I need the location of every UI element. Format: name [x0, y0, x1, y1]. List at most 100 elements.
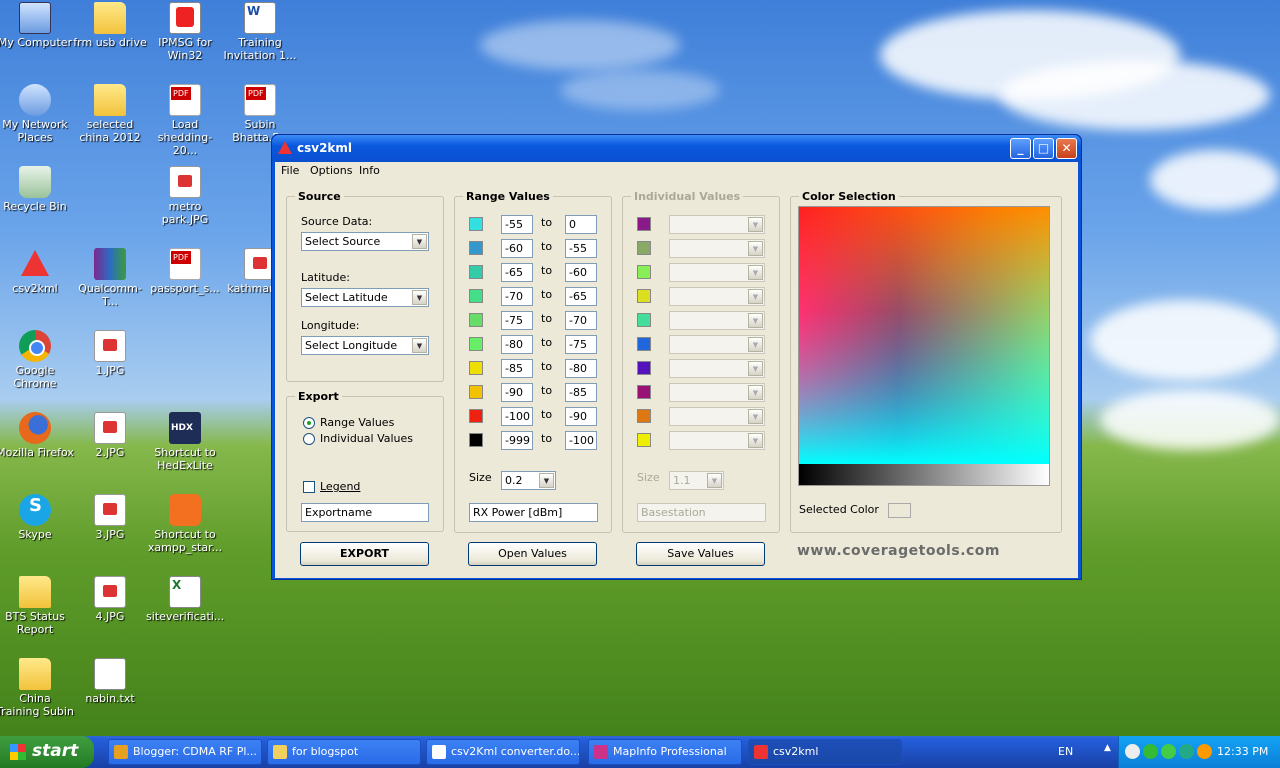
individual-size-combo[interactable]: 1.1 ▼ [669, 471, 724, 490]
range-from-input[interactable]: -70 [501, 287, 533, 306]
individual-color-swatch[interactable] [637, 361, 651, 375]
desktop-icon[interactable]: 4.JPG [71, 576, 149, 623]
menu-file[interactable]: File [281, 164, 299, 177]
language-indicator[interactable]: EN [1058, 745, 1073, 758]
individual-value-combo[interactable]: ▼ [669, 431, 765, 450]
back-arrow-icon[interactable] [1125, 744, 1140, 759]
range-to-input[interactable]: -85 [565, 383, 597, 402]
desktop-icon[interactable]: Skype [0, 494, 74, 541]
range-to-input[interactable]: -60 [565, 263, 597, 282]
range-from-input[interactable]: -999 [501, 431, 533, 450]
desktop-icon[interactable]: Shortcut to HedExLite [146, 412, 224, 472]
save-values-button[interactable]: Save Values [636, 542, 765, 566]
individual-value-combo[interactable]: ▼ [669, 311, 765, 330]
desktop-icon[interactable]: Load shedding-20... [146, 84, 224, 157]
range-to-input[interactable]: -90 [565, 407, 597, 426]
individual-value-combo[interactable]: ▼ [669, 359, 765, 378]
range-to-input[interactable]: -55 [565, 239, 597, 258]
color-gradient[interactable] [799, 207, 1049, 464]
menu-info[interactable]: Info [359, 164, 380, 177]
open-values-button[interactable]: Open Values [468, 542, 597, 566]
individual-color-swatch[interactable] [637, 313, 651, 327]
export-button[interactable]: EXPORT [300, 542, 429, 566]
grayscale-strip[interactable] [799, 464, 1049, 485]
individual-legend-input[interactable]: Basestation [637, 503, 766, 522]
range-color-swatch[interactable] [469, 361, 483, 375]
clock[interactable]: 12:33 PM [1217, 745, 1268, 758]
desktop-icon[interactable]: csv2kml [0, 248, 74, 295]
desktop-icon[interactable]: Mozilla Firefox [0, 412, 74, 459]
export-name-input[interactable]: Exportname [301, 503, 429, 522]
range-from-input[interactable]: -85 [501, 359, 533, 378]
menu-options[interactable]: Options [310, 164, 352, 177]
desktop-icon[interactable]: IPMSG for Win32 [146, 2, 224, 62]
individual-color-swatch[interactable] [637, 385, 651, 399]
longitude-combo[interactable]: Select Longitude ▼ [301, 336, 429, 355]
range-legend-input[interactable]: RX Power [dBm] [469, 503, 598, 522]
individual-value-combo[interactable]: ▼ [669, 215, 765, 234]
desktop-icon[interactable]: Shortcut to xampp_star... [146, 494, 224, 554]
range-to-input[interactable]: 0 [565, 215, 597, 234]
radio-individual-values[interactable] [303, 433, 315, 445]
range-from-input[interactable]: -90 [501, 383, 533, 402]
range-to-input[interactable]: -70 [565, 311, 597, 330]
chevron-up-icon[interactable]: ▲ [1104, 743, 1111, 753]
range-from-input[interactable]: -75 [501, 311, 533, 330]
range-color-swatch[interactable] [469, 241, 483, 255]
taskbar-task[interactable]: csv2kml [748, 739, 902, 765]
desktop-icon[interactable]: Google Chrome [0, 330, 74, 390]
individual-color-swatch[interactable] [637, 409, 651, 423]
range-color-swatch[interactable] [469, 313, 483, 327]
range-to-input[interactable]: -65 [565, 287, 597, 306]
range-color-swatch[interactable] [469, 217, 483, 231]
chat-icon[interactable] [1143, 744, 1158, 759]
desktop-icon[interactable]: 3.JPG [71, 494, 149, 541]
color-picker[interactable] [798, 206, 1050, 486]
individual-value-combo[interactable]: ▼ [669, 383, 765, 402]
range-to-input[interactable]: -100 [565, 431, 597, 450]
desktop-icon[interactable]: China Training Subin [0, 658, 74, 718]
radio-range-values[interactable] [303, 417, 315, 429]
desktop-icon[interactable]: 1.JPG [71, 330, 149, 377]
taskbar-task[interactable]: for blogspot [267, 739, 421, 765]
individual-color-swatch[interactable] [637, 241, 651, 255]
brand-url[interactable]: www.coveragetools.com [797, 543, 1000, 559]
desktop-icon[interactable]: BTS Status Report [0, 576, 74, 636]
network-status-icon[interactable] [1161, 744, 1176, 759]
desktop-icon[interactable]: Training Invitation 1... [221, 2, 299, 62]
individual-color-swatch[interactable] [637, 289, 651, 303]
desktop-icon[interactable]: My Network Places [0, 84, 74, 144]
range-size-combo[interactable]: 0.2 ▼ [501, 471, 556, 490]
desktop-icon[interactable]: passport_s... [146, 248, 224, 295]
range-color-swatch[interactable] [469, 385, 483, 399]
range-color-swatch[interactable] [469, 433, 483, 447]
individual-color-swatch[interactable] [637, 217, 651, 231]
range-color-swatch[interactable] [469, 337, 483, 351]
desktop-icon[interactable]: frm usb drive [71, 2, 149, 49]
individual-color-swatch[interactable] [637, 433, 651, 447]
start-button[interactable]: start [0, 736, 94, 768]
maximize-button[interactable]: □ [1033, 138, 1054, 159]
desktop-icon[interactable]: siteverificati... [146, 576, 224, 623]
desktop-icon[interactable]: Qualcomm-T... [71, 248, 149, 308]
individual-value-combo[interactable]: ▼ [669, 287, 765, 306]
wifi-icon[interactable] [1179, 744, 1194, 759]
minimize-button[interactable]: _ [1010, 138, 1031, 159]
range-from-input[interactable]: -80 [501, 335, 533, 354]
range-color-swatch[interactable] [469, 409, 483, 423]
range-color-swatch[interactable] [469, 289, 483, 303]
desktop-icon[interactable]: metro park.JPG [146, 166, 224, 226]
range-to-input[interactable]: -80 [565, 359, 597, 378]
taskbar-task[interactable]: Blogger: CDMA RF Pl... [108, 739, 262, 765]
individual-value-combo[interactable]: ▼ [669, 335, 765, 354]
desktop-icon[interactable]: Recycle Bin [0, 166, 74, 213]
title-bar[interactable]: csv2kml _ □ ✕ [272, 135, 1081, 162]
range-color-swatch[interactable] [469, 265, 483, 279]
desktop-icon[interactable]: selected china 2012 [71, 84, 149, 144]
close-button[interactable]: ✕ [1056, 138, 1077, 159]
range-from-input[interactable]: -60 [501, 239, 533, 258]
range-from-input[interactable]: -55 [501, 215, 533, 234]
range-to-input[interactable]: -75 [565, 335, 597, 354]
latitude-combo[interactable]: Select Latitude ▼ [301, 288, 429, 307]
legend-checkbox[interactable] [303, 481, 315, 493]
